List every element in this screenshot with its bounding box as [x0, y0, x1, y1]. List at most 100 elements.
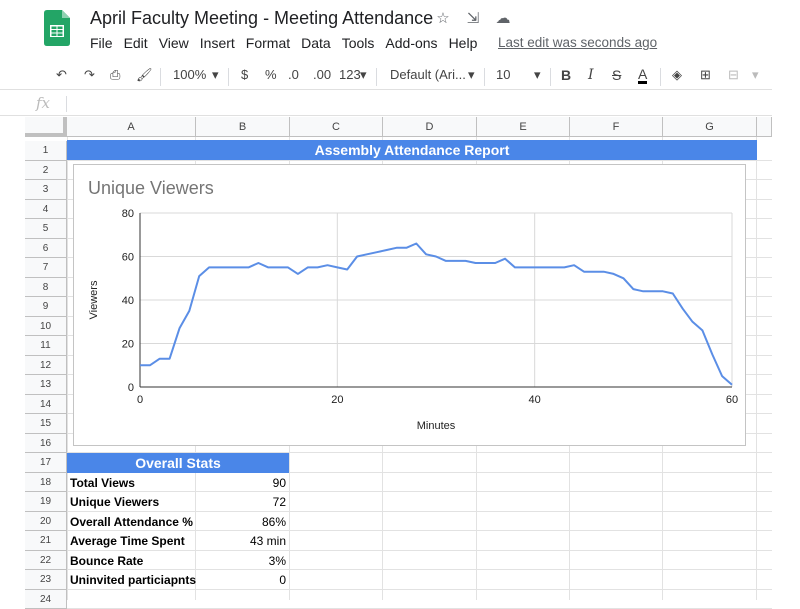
report-banner[interactable]: Assembly Attendance Report	[67, 140, 757, 160]
bold-icon[interactable]: B	[561, 67, 571, 83]
formula-bar[interactable]: fx	[0, 92, 772, 116]
menu-help[interactable]: Help	[449, 35, 478, 51]
font-size-select[interactable]: 10	[496, 67, 510, 82]
y-tick-label: 80	[122, 208, 134, 220]
document-title[interactable]: April Faculty Meeting - Meeting Attendan…	[90, 8, 433, 29]
stat-value[interactable]: 3%	[269, 554, 286, 568]
column-header-e[interactable]: E	[477, 117, 570, 137]
menu-data[interactable]: Data	[301, 35, 331, 51]
stat-label[interactable]: Total Views	[70, 476, 135, 490]
column-header-c[interactable]: C	[290, 117, 383, 137]
row-header-18[interactable]: 18	[25, 473, 67, 493]
stat-label[interactable]: Bounce Rate	[70, 554, 143, 568]
menu-format[interactable]: Format	[246, 35, 290, 51]
row-header-15[interactable]: 15	[25, 414, 67, 434]
stat-label[interactable]: Unique Viewers	[70, 495, 159, 509]
row-header-17[interactable]: 17	[25, 453, 67, 473]
row-header-6[interactable]: 6	[25, 239, 67, 259]
column-header-a[interactable]: A	[67, 117, 196, 137]
row-header-2[interactable]: 2	[25, 161, 67, 181]
menu-file[interactable]: File	[90, 35, 113, 51]
row-header-19[interactable]: 19	[25, 492, 67, 512]
stat-label[interactable]: Average Time Spent	[70, 534, 185, 548]
stat-value[interactable]: 72	[273, 495, 286, 509]
row-header-16[interactable]: 16	[25, 434, 67, 454]
decrease-decimal-button[interactable]: .0	[288, 67, 299, 82]
cloud-saved-icon[interactable]: ☁	[493, 9, 513, 27]
increase-decimal-button[interactable]: .00	[313, 67, 331, 82]
row-header-11[interactable]: 11	[25, 336, 67, 356]
currency-format-button[interactable]: $	[241, 67, 248, 82]
row-header-13[interactable]: 13	[25, 375, 67, 395]
stat-value[interactable]: 86%	[262, 515, 286, 529]
y-tick-label: 40	[122, 295, 134, 307]
strikethrough-icon[interactable]: S	[612, 67, 621, 83]
menu-insert[interactable]: Insert	[200, 35, 235, 51]
star-icon[interactable]: ☆	[433, 9, 453, 27]
more-formats-button[interactable]: 123	[339, 67, 361, 82]
row-header-22[interactable]: 22	[25, 551, 67, 571]
print-icon[interactable]: ⎙	[110, 67, 120, 83]
text-color-icon[interactable]: A	[638, 67, 647, 84]
zoom-select[interactable]: 100%	[173, 67, 206, 82]
row-header-20[interactable]: 20	[25, 512, 67, 532]
stat-value[interactable]: 0	[279, 573, 286, 587]
more-formats-chevron-down-icon[interactable]: ▾	[360, 67, 367, 83]
paint-format-icon[interactable]: 🖌	[136, 67, 153, 83]
row-header-4[interactable]: 4	[25, 200, 67, 220]
font-select[interactable]: Default (Ari...	[390, 67, 466, 82]
row-header-24[interactable]: 24	[25, 590, 67, 609]
row-header-10[interactable]: 10	[25, 317, 67, 337]
stat-value[interactable]: 90	[273, 476, 286, 490]
row-header-3[interactable]: 3	[25, 180, 67, 200]
italic-icon[interactable]: I	[588, 67, 594, 83]
x-tick-label: 0	[137, 394, 143, 406]
stats-title[interactable]: Overall Stats	[67, 453, 289, 473]
column-header-b[interactable]: B	[196, 117, 290, 137]
fill-color-icon[interactable]: ◈	[672, 67, 682, 83]
row-header-12[interactable]: 12	[25, 356, 67, 376]
sheets-logo-icon[interactable]	[44, 10, 70, 46]
menu-tools[interactable]: Tools	[342, 35, 375, 51]
borders-icon[interactable]: ⊞	[700, 67, 711, 83]
zoom-chevron-down-icon[interactable]: ▾	[212, 67, 219, 83]
menu-edit[interactable]: Edit	[124, 35, 148, 51]
row-header-9[interactable]: 9	[25, 297, 67, 317]
chart-container[interactable]: Unique Viewers0204060800204060MinutesVie…	[73, 164, 746, 446]
toolbar: ↶ ↷ ⎙ 🖌 100% ▾ $ % .0 .00 123 ▾ Default …	[0, 62, 772, 90]
row-header-7[interactable]: 7	[25, 258, 67, 278]
column-header-partial[interactable]	[757, 117, 772, 137]
y-tick-label: 20	[122, 339, 134, 351]
row-header-14[interactable]: 14	[25, 395, 67, 415]
menu-add-ons[interactable]: Add-ons	[385, 35, 437, 51]
undo-icon[interactable]: ↶	[56, 67, 67, 83]
y-tick-label: 60	[122, 252, 134, 264]
stat-label[interactable]: Uninvited particiapnts	[70, 573, 196, 587]
x-tick-label: 40	[529, 394, 541, 406]
row-header-23[interactable]: 23	[25, 570, 67, 590]
column-header-g[interactable]: G	[663, 117, 757, 137]
row-header-1[interactable]: 1	[25, 141, 67, 161]
row-header-21[interactable]: 21	[25, 531, 67, 551]
line-chart: Unique Viewers0204060800204060MinutesVie…	[74, 165, 747, 447]
font-size-chevron-down-icon[interactable]: ▾	[534, 67, 541, 83]
column-header-f[interactable]: F	[570, 117, 663, 137]
menu-view[interactable]: View	[159, 35, 189, 51]
stat-label[interactable]: Overall Attendance %	[70, 515, 193, 529]
x-tick-label: 60	[726, 394, 738, 406]
menu-bar: File Edit View Insert Format Data Tools Add-ons…	[90, 35, 488, 51]
move-folder-icon[interactable]: ⇲	[463, 9, 483, 27]
merge-cells-icon[interactable]: ⊟	[728, 67, 739, 83]
select-all-corner[interactable]	[25, 117, 67, 137]
column-header-d[interactable]: D	[383, 117, 477, 137]
font-chevron-down-icon[interactable]: ▾	[468, 67, 475, 83]
row-header-5[interactable]: 5	[25, 219, 67, 239]
row-header-8[interactable]: 8	[25, 278, 67, 298]
y-axis-label: Viewers	[88, 280, 100, 319]
percent-format-button[interactable]: %	[265, 67, 277, 82]
series-line	[140, 244, 732, 385]
redo-icon[interactable]: ↷	[84, 67, 95, 83]
last-edit-link[interactable]: Last edit was seconds ago	[498, 35, 657, 50]
stat-value[interactable]: 43 min	[250, 534, 286, 548]
merge-chevron-down-icon[interactable]: ▾	[752, 67, 759, 83]
